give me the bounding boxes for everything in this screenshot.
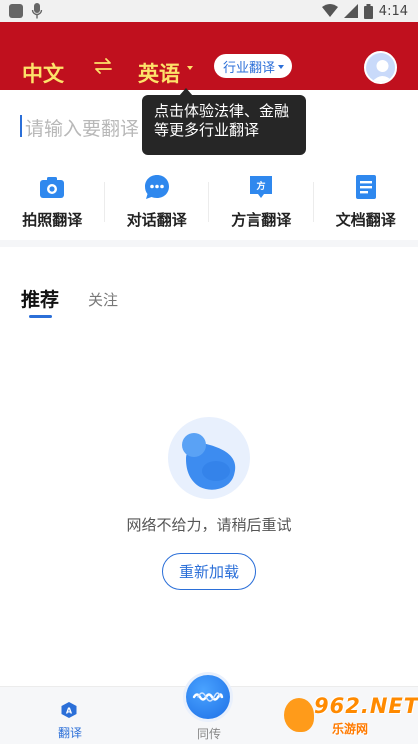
- camera-icon: [40, 177, 65, 198]
- notification-icon: [9, 4, 23, 18]
- dialect-icon: 方: [250, 176, 273, 198]
- svg-text:方: 方: [257, 180, 266, 192]
- nav-simultaneous-label: 同传: [196, 727, 221, 741]
- tab-active-indicator: [29, 315, 52, 318]
- tool-label: 对话翻译: [126, 211, 187, 229]
- document-icon: [355, 175, 376, 199]
- status-bar: 4:14: [0, 0, 418, 22]
- user-icon: [366, 53, 395, 82]
- empty-state-message: 网络不给力，请稍后重试: [126, 516, 292, 534]
- battery-icon: [363, 3, 373, 19]
- tool-photo-translate[interactable]: 拍照翻译: [0, 166, 105, 238]
- divider: [313, 182, 314, 222]
- sound-wave-icon: [192, 692, 224, 702]
- svg-text:A: A: [66, 707, 73, 716]
- header-bar: 中文 英语 行业翻译: [0, 22, 418, 90]
- text-cursor: [20, 115, 22, 137]
- tool-label: 拍照翻译: [22, 211, 83, 229]
- tab-follow[interactable]: 关注: [88, 289, 118, 310]
- nav-translate-label: 翻译: [57, 726, 82, 740]
- translate-tab-icon: A: [61, 702, 77, 718]
- microphone-icon: [31, 3, 43, 19]
- nav-translate[interactable]: A 翻译: [40, 687, 100, 744]
- input-placeholder: 请输入要翻译: [25, 118, 140, 140]
- wifi-icon: [321, 4, 338, 17]
- status-right: 4:14: [321, 2, 408, 20]
- tab-recommend[interactable]: 推荐: [21, 285, 59, 312]
- divider: [104, 182, 105, 222]
- watermark-mascot-icon: [284, 698, 314, 732]
- reload-button[interactable]: 重新加载: [162, 553, 256, 590]
- tool-dialect-translate[interactable]: 方 方言翻译: [209, 166, 314, 238]
- divider: [208, 182, 209, 222]
- watermark-brand: 962.NET: [314, 694, 418, 718]
- tool-document-translate[interactable]: 文档翻译: [314, 166, 418, 238]
- simultaneous-voice-button[interactable]: [186, 675, 230, 719]
- watermark-sub: 乐游网: [332, 722, 369, 736]
- industry-tooltip: 点击体验法律、金融等更多行业翻译: [142, 95, 306, 155]
- swap-languages-icon[interactable]: [92, 55, 114, 77]
- tool-label: 方言翻译: [231, 211, 292, 229]
- tool-conversation-translate[interactable]: 对话翻译: [105, 166, 210, 238]
- section-separator: [0, 240, 418, 247]
- app-screen: 4:14 中文 英语 行业翻译 请输入要翻译 点击体验法律、金融等更多行业翻译: [0, 0, 418, 744]
- tool-label: 文档翻译: [335, 211, 396, 229]
- status-time: 4:14: [378, 3, 408, 19]
- target-language-button[interactable]: 英语: [138, 58, 180, 88]
- translation-tools: 拍照翻译 对话翻译 方 方言翻译 文档翻译: [0, 166, 418, 238]
- watermark-logo: 962.NET 乐游网: [284, 694, 418, 740]
- avatar[interactable]: [364, 51, 397, 84]
- signal-icon: [343, 4, 358, 18]
- chevron-down-icon: [187, 66, 193, 70]
- chat-bubble-icon: [144, 175, 169, 199]
- network-error-illustration: [168, 417, 250, 499]
- source-language-button[interactable]: 中文: [22, 58, 64, 88]
- chevron-down-icon: [278, 65, 285, 69]
- industry-label: 行业翻译: [223, 60, 276, 76]
- industry-translation-button[interactable]: 行业翻译: [214, 54, 293, 78]
